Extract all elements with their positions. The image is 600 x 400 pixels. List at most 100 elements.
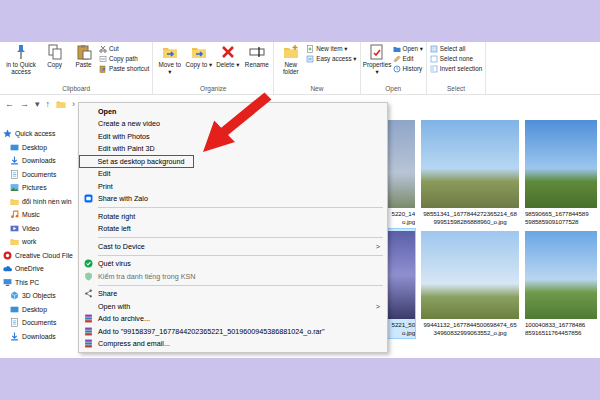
menu-item-box[interactable]: Kiểm tra danh tiếng trong KSN	[79, 270, 387, 283]
file-item[interactable]: 99441132_1677844500698474_65349608329990…	[420, 228, 520, 339]
ribbon: in to Quick accessCopyPasteCut Copy path P…	[0, 42, 600, 95]
file-item[interactable]: 100040833_1677848685916511764457856	[524, 228, 598, 339]
menu-item-box[interactable]: Quét virus	[79, 258, 387, 271]
ribbon-button-label: History	[403, 65, 423, 73]
ribbon-button[interactable]: Rename	[243, 44, 270, 68]
file-item[interactable]: 98590665_16778445895985859091077528	[524, 117, 598, 228]
menu-item-box[interactable]: Rotate left	[79, 223, 387, 236]
ribbon-button[interactable]: Move to ▾	[156, 44, 183, 75]
ribbon-small-button[interactable]: New item ▾	[306, 45, 356, 53]
menu-item-box[interactable]: Share with Zalo	[79, 193, 387, 206]
menu-item[interactable]: Cast to Device>	[79, 240, 387, 253]
ribbon-button[interactable]: Copy	[41, 44, 68, 68]
menu-item-text: Print	[98, 182, 113, 191]
menu-item[interactable]: Edit	[79, 168, 387, 181]
menu-item[interactable]: Add to archive...	[79, 313, 387, 326]
menu-item[interactable]: Open	[79, 105, 387, 118]
menu-item-box[interactable]: Edit with Photos	[79, 130, 387, 143]
nav-item[interactable]: Desktop	[0, 303, 77, 317]
nav-item[interactable]: Music	[0, 208, 77, 222]
nav-item[interactable]: This PC	[0, 276, 77, 290]
file-item[interactable]: 5220_14o.jpg	[386, 117, 416, 228]
ribbon-button[interactable]: Properties ▾	[364, 44, 391, 75]
ribbon-button[interactable]: Copy to ▾	[185, 44, 212, 68]
menu-item-box[interactable]: Share	[79, 288, 387, 301]
ribbon-small-button[interactable]: Open ▾	[393, 45, 423, 53]
pictures-icon	[10, 183, 19, 192]
file-name-line: 98590665_1677844589	[525, 210, 597, 218]
nav-item[interactable]: Documents	[0, 168, 77, 182]
file-item[interactable]: 98551341_1677844272365214_68999515982868…	[420, 117, 520, 228]
menu-item[interactable]: Kiểm tra danh tiếng trong KSN	[79, 270, 387, 283]
menu-item[interactable]: Quét virus	[79, 258, 387, 271]
ribbon-button[interactable]: Delete ▾	[214, 44, 241, 68]
menu-item-box[interactable]: Open	[79, 105, 387, 118]
menu-item[interactable]: Print	[79, 180, 387, 193]
nav-item[interactable]: 3D Objects	[0, 289, 77, 303]
photo-thumbnail	[421, 231, 519, 319]
invert-selection-icon	[430, 65, 438, 73]
nav-item[interactable]: Pictures	[0, 181, 77, 195]
up-button[interactable]: ↑	[46, 99, 51, 109]
back-button[interactable]: ←	[5, 99, 14, 109]
ribbon-small-button[interactable]: Invert selection	[430, 65, 482, 73]
menu-item[interactable]: Set as desktop background	[79, 155, 387, 168]
nav-item[interactable]: Desktop	[0, 141, 77, 155]
menu-item-box[interactable]: Add to "99158397_1677844202365221_501960…	[79, 325, 387, 338]
menu-item[interactable]: Rotate left	[79, 223, 387, 236]
menu-item-box[interactable]: Open with	[79, 300, 376, 313]
nav-item[interactable]: Quick access	[0, 127, 77, 141]
menu-item-box[interactable]: Compress and email...	[79, 338, 387, 351]
ribbon-small-button[interactable]: Select none	[430, 55, 482, 63]
forward-button[interactable]: →	[20, 99, 29, 109]
ribbon-small-button[interactable]: Edit	[393, 55, 423, 63]
file-item[interactable]: 5221_50o.jpg	[386, 228, 416, 339]
menu-item-label: Edit with Paint 3D	[98, 144, 155, 153]
nav-item[interactable]: Creative Cloud File	[0, 249, 77, 263]
menu-item-label: Compress and email...	[98, 339, 170, 348]
ribbon-small-buttons: New item ▾ Easy access ▾	[306, 44, 356, 63]
menu-item[interactable]: Edit with Paint 3D	[79, 143, 387, 156]
menu-item-box[interactable]: Cast to Device	[79, 240, 376, 253]
ribbon-button[interactable]: Paste	[70, 44, 97, 68]
file-name: 98551341_1677844272365214_68999515982868…	[421, 210, 519, 226]
ribbon-small-button[interactable]: Paste shortcut	[99, 65, 149, 73]
menu-item[interactable]: Open with>	[79, 300, 387, 313]
nav-item[interactable]: Video	[0, 222, 77, 236]
nav-item[interactable]: Documents	[0, 316, 77, 330]
ribbon-small-button[interactable]: Easy access ▾	[306, 55, 356, 63]
menu-item-box[interactable]: Print	[79, 180, 387, 193]
file-name-line: 98551341_1677844272365214_68	[421, 210, 519, 218]
menu-item-box[interactable]: Set as desktop background	[79, 155, 194, 168]
nav-item[interactable]: work	[0, 235, 77, 249]
menu-item-box[interactable]: Rotate right	[79, 210, 387, 223]
menu-item-box[interactable]: Edit	[79, 168, 387, 181]
path-separator[interactable]: ›	[72, 99, 75, 109]
ribbon-button[interactable]: in to Quick access	[3, 44, 39, 75]
menu-item-box[interactable]: Create a new video	[79, 118, 387, 131]
downloads-icon	[10, 156, 19, 165]
menu-item-box[interactable]: Add to archive...	[79, 313, 387, 326]
menu-item-box[interactable]: Edit with Paint 3D	[79, 143, 387, 156]
photo-thumbnail	[421, 120, 519, 208]
ribbon-button[interactable]: New folder	[277, 44, 304, 75]
nav-item[interactable]: OneDrive	[0, 262, 77, 276]
ribbon-small-button[interactable]: Cut	[99, 45, 149, 53]
nav-item-label: OneDrive	[15, 265, 44, 272]
menu-separator	[79, 283, 387, 288]
menu-item[interactable]: Add to "99158397_1677844202365221_501960…	[79, 325, 387, 338]
ribbon-small-button[interactable]: Copy path	[99, 55, 149, 63]
menu-item[interactable]: Share	[79, 288, 387, 301]
menu-item[interactable]: Edit with Photos	[79, 130, 387, 143]
menu-item[interactable]: Create a new video	[79, 118, 387, 131]
recent-locations-button[interactable]: ▾	[35, 99, 40, 109]
ribbon-small-button[interactable]: History	[393, 65, 423, 73]
nav-item[interactable]: Downloads	[0, 330, 77, 344]
menu-item[interactable]: Share with Zalo	[79, 193, 387, 206]
ribbon-small-button[interactable]: Select all	[430, 45, 482, 53]
menu-item-label: Create a new video	[98, 119, 160, 128]
nav-item[interactable]: đổi hình nền win	[0, 195, 77, 209]
menu-item[interactable]: Compress and email...	[79, 338, 387, 351]
menu-item[interactable]: Rotate right	[79, 210, 387, 223]
nav-item[interactable]: Downloads	[0, 154, 77, 168]
